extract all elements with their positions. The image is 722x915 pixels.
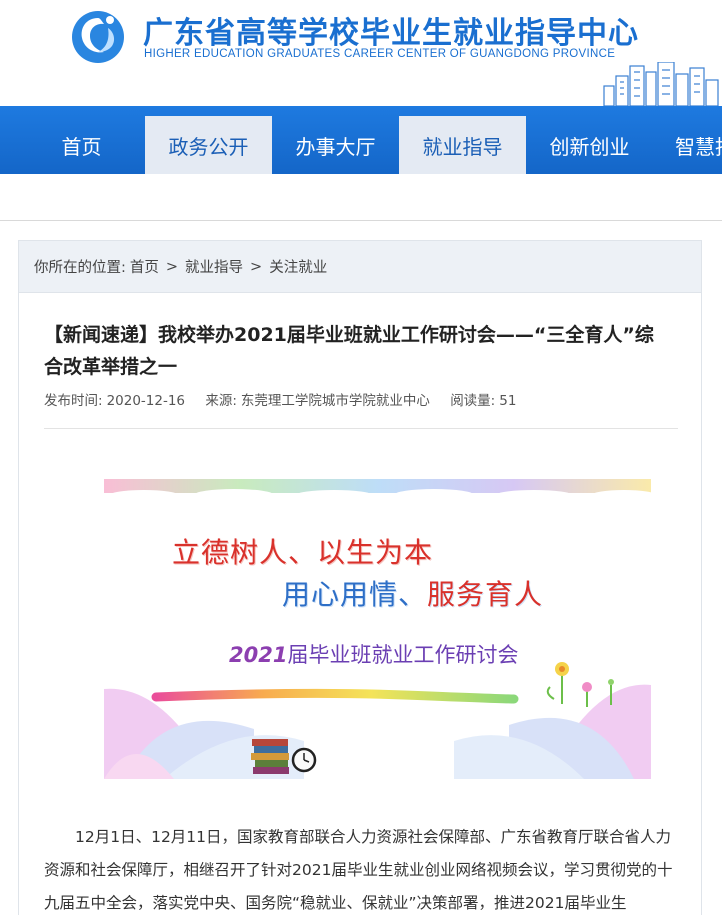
books-icon bbox=[251, 739, 289, 774]
publish-label: 发布时间: bbox=[44, 393, 103, 409]
breadcrumb-prefix: 你所在的位置: bbox=[34, 260, 126, 276]
source-info: 来源: 东莞理工学院城市学院就业中心 bbox=[205, 393, 430, 409]
source-label: 来源: bbox=[205, 393, 237, 409]
meta-divider bbox=[44, 428, 678, 429]
breadcrumb-separator: > bbox=[250, 258, 263, 275]
article-body-paragraph: 12月1日、12月11日，国家教育部联合人力资源社会保障部、广东省教育厅联合省人… bbox=[44, 828, 673, 912]
banner-slogan-line2-part2: 服务育人 bbox=[427, 578, 544, 611]
nav-item-smart[interactable]: 智慧指 bbox=[653, 116, 722, 174]
views-count: 51 bbox=[499, 393, 517, 409]
views-label: 阅读量: bbox=[450, 393, 496, 409]
banner-slogan-line1: 立德树人、以生为本 bbox=[172, 536, 434, 569]
nav-item-innovation[interactable]: 创新创业 bbox=[526, 116, 653, 174]
article-meta: 发布时间: 2020-12-16 来源: 东莞理工学院城市学院就业中心 阅读量: 51 bbox=[44, 389, 532, 409]
views-info: 阅读量: 51 bbox=[450, 393, 516, 409]
banner-event-year: 2021 bbox=[229, 643, 288, 667]
article-title: 【新闻速递】我校举办2021届毕业班就业工作研讨会——“三全育人”综合改革举措之… bbox=[44, 324, 654, 378]
header-divider bbox=[0, 220, 722, 221]
article-container: 你所在的位置: 首页 > 就业指导 > 关注就业 【新闻速递】我校举办2021届… bbox=[18, 240, 702, 915]
main-nav: 首页 政务公开 办事大厅 就业指导 创新创业 智慧指 bbox=[0, 106, 722, 174]
nav-item-government-affairs[interactable]: 政务公开 bbox=[145, 116, 272, 174]
publish-info: 发布时间: 2020-12-16 bbox=[44, 393, 185, 409]
breadcrumb-link-career-guidance[interactable]: 就业指导 bbox=[185, 256, 243, 277]
article-banner-image: 立德树人、以生为本 用心用情、服务育人 2021届毕业班就业工作研讨会 bbox=[104, 479, 651, 779]
source-value: 东莞理工学院城市学院就业中心 bbox=[240, 393, 430, 409]
nav-item-service-hall[interactable]: 办事大厅 bbox=[272, 116, 399, 174]
nav-item-career-guidance[interactable]: 就业指导 bbox=[399, 116, 526, 174]
banner-slogan-line2-part1: 用心用情、 bbox=[282, 578, 428, 611]
banner-slogan-line2: 用心用情、服务育人 bbox=[282, 573, 543, 613]
breadcrumb-separator: > bbox=[165, 258, 179, 275]
site-subtitle: HIGHER EDUCATION GRADUATES CAREER CENTER… bbox=[144, 48, 616, 60]
site-header: 广东省高等学校毕业生就业指导中心 HIGHER EDUCATION GRADUA… bbox=[0, 0, 722, 106]
breadcrumb-link-focus-employment[interactable]: 关注就业 bbox=[269, 256, 327, 277]
city-skyline-icon bbox=[603, 62, 719, 106]
site-title: 广东省高等学校毕业生就业指导中心 bbox=[143, 16, 639, 51]
nav-item-home[interactable]: 首页 bbox=[18, 116, 145, 174]
banner-event-title: 2021届毕业班就业工作研讨会 bbox=[229, 639, 518, 669]
breadcrumb: 你所在的位置: 首页 > 就业指导 > 关注就业 bbox=[19, 241, 701, 293]
banner-event-text: 届毕业班就业工作研讨会 bbox=[287, 643, 519, 667]
clock-icon bbox=[291, 747, 317, 773]
breadcrumb-link-home[interactable]: 首页 bbox=[130, 256, 159, 277]
logo-icon[interactable] bbox=[68, 6, 128, 66]
publish-date: 2020-12-16 bbox=[106, 393, 186, 409]
banner-decoration bbox=[104, 479, 651, 779]
